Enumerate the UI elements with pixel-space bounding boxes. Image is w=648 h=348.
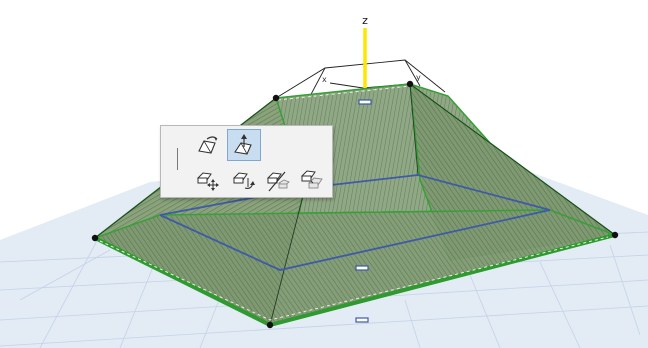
hotspot-front[interactable]	[266, 321, 274, 329]
offset-roof-plane-button[interactable]	[227, 129, 261, 161]
offset-edge-icon	[233, 172, 255, 189]
midpoint-handle-center[interactable]	[355, 265, 369, 271]
z-axis-label: z	[362, 14, 368, 27]
hotspot-right[interactable]	[611, 231, 619, 239]
add-plane-icon	[301, 170, 323, 189]
rotate-roof-plane-icon	[198, 136, 218, 154]
midpoint-handle-bottom[interactable]	[355, 317, 369, 323]
offset-edge-button[interactable]	[227, 164, 261, 196]
hotspot-back-right[interactable]	[406, 80, 414, 88]
hotspot-left[interactable]	[91, 234, 99, 242]
split-plane-icon	[267, 171, 290, 192]
split-plane-button[interactable]	[261, 164, 295, 196]
rotate-roof-plane-button[interactable]	[191, 129, 225, 161]
hotspot-back-left[interactable]	[272, 94, 280, 102]
move-edge-icon	[197, 172, 219, 191]
3d-viewport[interactable]: z x y	[0, 0, 648, 348]
add-plane-button[interactable]	[295, 164, 329, 196]
y-edge-label: y	[416, 73, 421, 82]
midpoint-handle-top[interactable]	[358, 99, 372, 105]
x-edge-label: x	[322, 75, 327, 84]
pet-palette-separator	[177, 148, 178, 170]
move-edge-button[interactable]	[191, 164, 225, 196]
pet-palette	[160, 125, 333, 198]
offset-roof-plane-icon	[234, 134, 252, 155]
